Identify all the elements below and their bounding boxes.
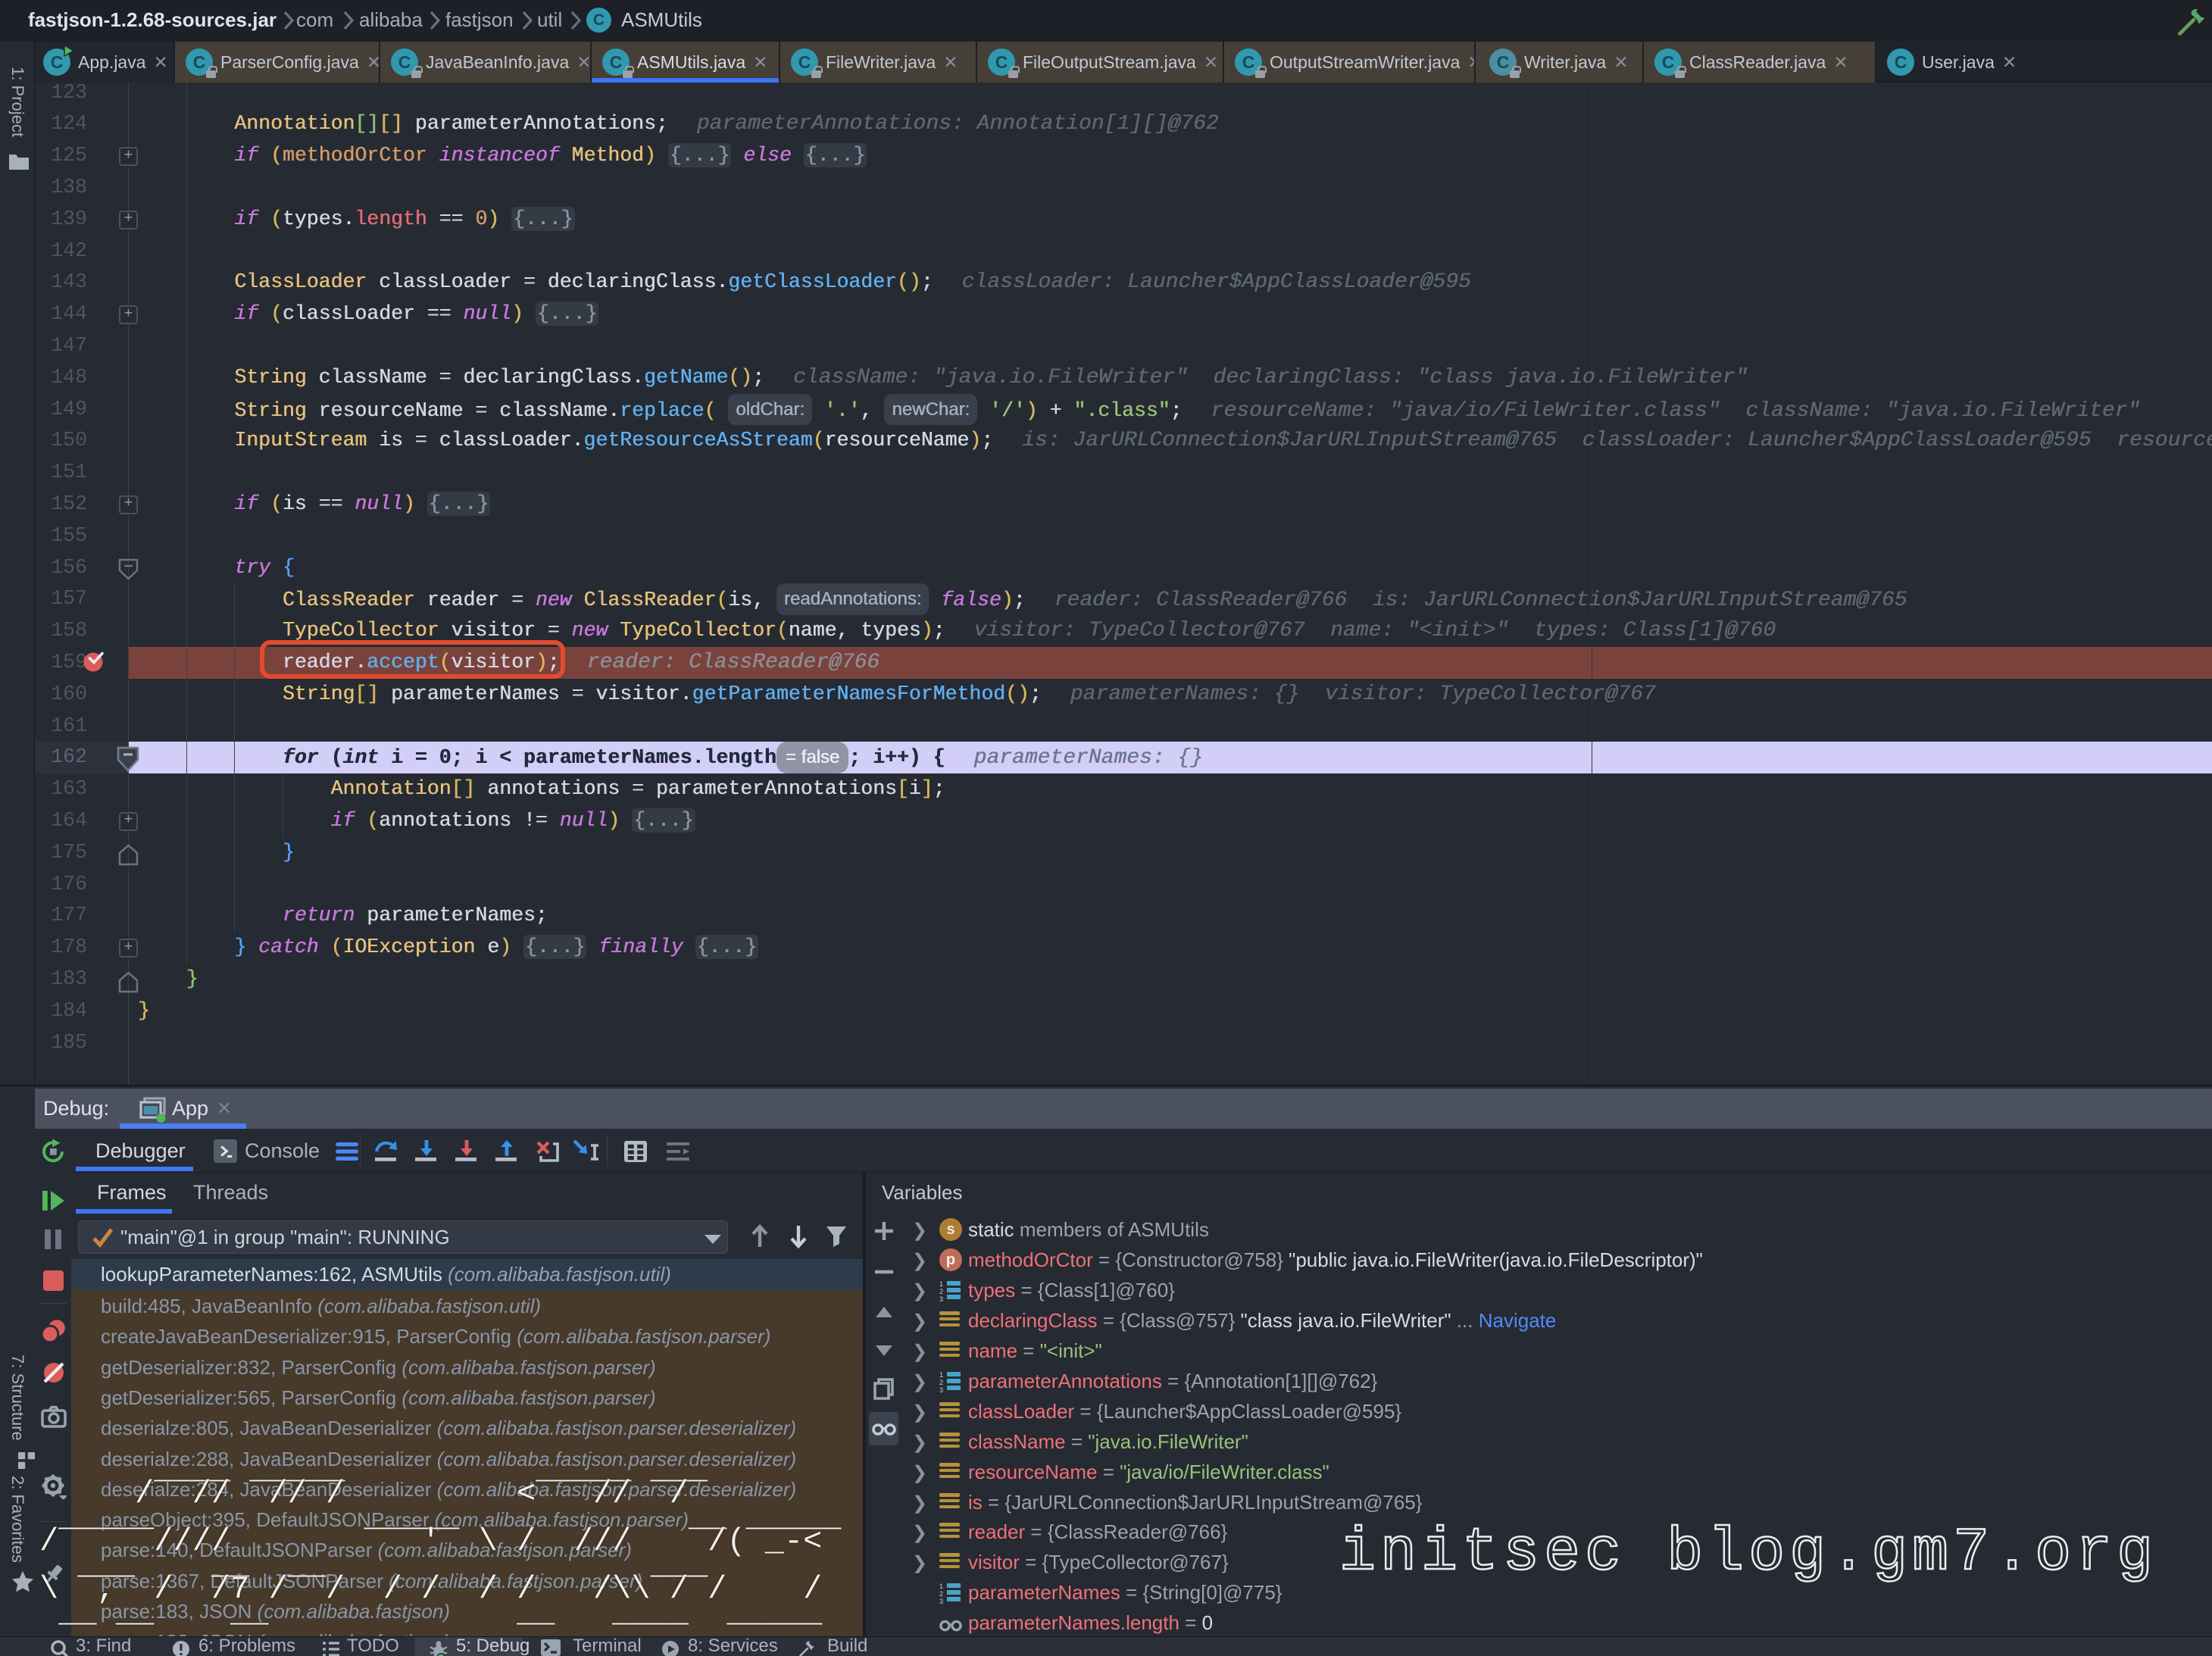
svg-text:2: 2 — [939, 1288, 943, 1295]
svg-text:1: 1 — [939, 1583, 943, 1590]
svg-text:3: 3 — [939, 1295, 943, 1301]
svg-text:1: 1 — [939, 1371, 943, 1379]
svg-text:2: 2 — [939, 1590, 943, 1598]
svg-text:2: 2 — [939, 1379, 943, 1386]
svg-text:3: 3 — [939, 1598, 943, 1604]
svg-text:1: 1 — [939, 1280, 943, 1288]
svg-text:3: 3 — [939, 1386, 943, 1392]
